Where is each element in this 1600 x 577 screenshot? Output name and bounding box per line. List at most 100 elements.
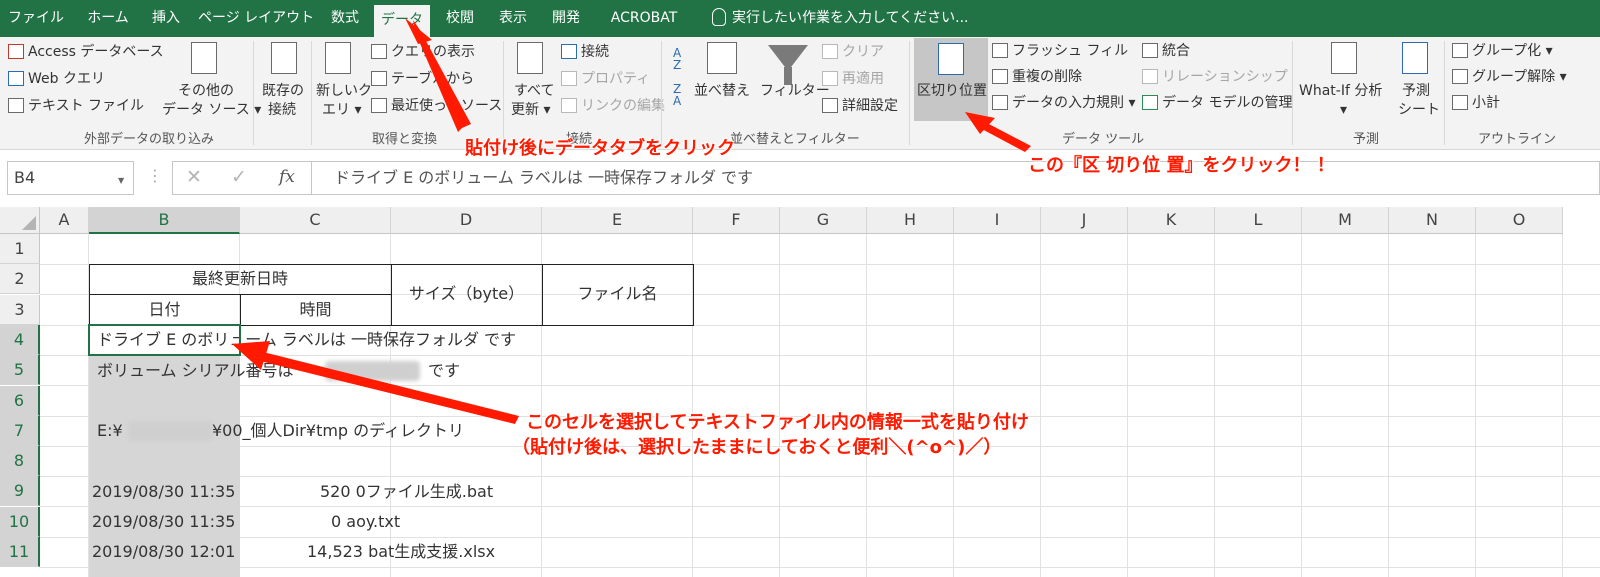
connections-button[interactable]: 接続 — [581, 43, 609, 61]
row-header-1[interactable]: 1 — [0, 234, 40, 264]
text-file-button[interactable]: テキスト ファイル — [28, 97, 144, 115]
cell-c10-size-name[interactable]: 0 aoy.txt — [331, 507, 400, 537]
cell-last-modified-header[interactable]: 最終更新日時 — [89, 264, 391, 294]
edit-links-button[interactable]: リンクの編集 — [581, 97, 665, 115]
data-validation-button[interactable]: データの入力規則 ▾ — [1012, 94, 1135, 112]
column-header-j[interactable]: J — [1041, 207, 1128, 234]
subtotal-button[interactable]: 小計 — [1472, 94, 1500, 112]
row-header-7[interactable]: 7 — [0, 415, 40, 446]
row-header-10[interactable]: 10 — [0, 506, 40, 537]
column-header-d[interactable]: D — [391, 207, 542, 234]
insert-function-icon[interactable]: fx — [279, 167, 295, 187]
recent-sources-icon — [371, 98, 387, 113]
column-header-o[interactable]: O — [1476, 207, 1563, 234]
tab-view[interactable]: 表示 — [490, 0, 536, 37]
refresh-all-label1[interactable]: すべて — [514, 82, 554, 100]
forecast-sheet-label2[interactable]: シート — [1398, 101, 1440, 119]
column-header-a[interactable]: A — [40, 207, 89, 234]
cell-b11-datetime[interactable]: 2019/08/30 12:01 — [92, 537, 235, 567]
clear-filter-icon — [822, 44, 838, 59]
cancel-icon[interactable]: ✕ — [186, 166, 202, 188]
tab-data[interactable]: データ — [374, 5, 430, 37]
cell-filename-header[interactable]: ファイル名 — [542, 279, 693, 309]
column-header-b[interactable]: B — [89, 207, 240, 234]
chevron-down-icon[interactable]: ▼ — [118, 176, 124, 185]
row-header-4[interactable]: 4 — [0, 324, 40, 355]
cell-b9-datetime[interactable]: 2019/08/30 11:35 — [92, 477, 235, 507]
cell-b5-serial-prefix[interactable]: ボリューム シリアル番号は — [97, 356, 293, 386]
new-query-label2[interactable]: エリ ▾ — [322, 101, 361, 119]
cell-date-header[interactable]: 日付 — [89, 295, 240, 325]
what-if-arrow[interactable]: ▾ — [1340, 101, 1347, 119]
cell-c11-size-name[interactable]: 14,523 bat生成支援.xlsx — [307, 537, 495, 567]
access-db-button[interactable]: Access データベース — [28, 43, 164, 61]
sort-az-icon[interactable]: AZ — [673, 47, 681, 71]
consolidate-button[interactable]: 統合 — [1162, 42, 1190, 60]
row-header-2[interactable]: 2 — [0, 264, 40, 295]
clear-filter-button[interactable]: クリア — [842, 43, 884, 61]
column-header-i[interactable]: I — [954, 207, 1041, 234]
advanced-filter-button[interactable]: 詳細設定 — [842, 97, 898, 115]
tab-file[interactable]: ファイル — [5, 0, 67, 37]
column-header-h[interactable]: H — [867, 207, 954, 234]
gridline-vertical — [953, 234, 954, 577]
relationships-button[interactable]: リレーションシップ — [1162, 68, 1288, 86]
formula-input[interactable]: ドライブ E のボリューム ラベルは 一時保存フォルダ です — [312, 161, 1600, 195]
cell-size-header[interactable]: サイズ（byte） — [391, 279, 542, 309]
tab-developer[interactable]: 開発 — [543, 0, 589, 37]
refresh-all-label2[interactable]: 更新 ▾ — [511, 101, 550, 119]
sort-za-icon[interactable]: ZA — [673, 83, 681, 107]
from-table-button[interactable]: テーブルから — [391, 70, 474, 88]
enter-icon[interactable]: ✓ — [231, 166, 247, 188]
what-if-button[interactable]: What-If 分析 — [1299, 82, 1382, 100]
cell-b7-dir-prefix[interactable]: E:¥ — [97, 416, 123, 446]
column-header-n[interactable]: N — [1389, 207, 1476, 234]
filter-button[interactable]: フィルター — [760, 82, 830, 100]
existing-conn-label2[interactable]: 接続 — [268, 101, 296, 119]
web-query-button[interactable]: Web クエリ — [28, 70, 105, 88]
show-query-button[interactable]: クエリの表示 — [391, 43, 475, 61]
row-header-5[interactable]: 5 — [0, 355, 40, 386]
select-all-button[interactable] — [0, 207, 40, 234]
tab-home[interactable]: ホーム — [80, 0, 136, 37]
cell-b10-datetime[interactable]: 2019/08/30 11:35 — [92, 507, 235, 537]
column-header-g[interactable]: G — [780, 207, 867, 234]
tab-acrobat[interactable]: ACROBAT — [600, 0, 688, 37]
row-header-9[interactable]: 9 — [0, 476, 40, 507]
table-icon — [371, 71, 387, 86]
row-header-6[interactable]: 6 — [0, 385, 40, 416]
forecast-sheet-label1[interactable]: 予測 — [1402, 82, 1430, 100]
reapply-button[interactable]: 再適用 — [842, 70, 884, 88]
row-header-3[interactable]: 3 — [0, 294, 40, 325]
column-header-f[interactable]: F — [693, 207, 780, 234]
new-query-label1[interactable]: 新しいク — [316, 82, 372, 100]
ungroup-button[interactable]: グループ解除 ▾ — [1472, 68, 1567, 86]
column-header-c[interactable]: C — [240, 207, 391, 234]
existing-conn-label1[interactable]: 既存の — [262, 82, 304, 100]
recent-sources-button[interactable]: 最近使ったソース — [391, 97, 502, 115]
other-sources-label2[interactable]: データ ソース ▾ — [162, 101, 261, 119]
column-header-k[interactable]: K — [1128, 207, 1215, 234]
tab-page-layout[interactable]: ページ レイアウト — [198, 0, 314, 37]
tab-review[interactable]: 校閲 — [437, 0, 483, 37]
sort-button[interactable]: 並べ替え — [694, 82, 750, 100]
properties-button[interactable]: プロパティ — [581, 70, 650, 88]
group-button[interactable]: グループ化 ▾ — [1472, 42, 1553, 60]
tab-formulas[interactable]: 数式 — [322, 0, 368, 37]
column-header-m[interactable]: M — [1302, 207, 1389, 234]
ungroup-icon — [1452, 69, 1468, 84]
name-box[interactable]: B4 — [7, 161, 134, 195]
row-header-8[interactable]: 8 — [0, 446, 40, 477]
cell-c9-size-name[interactable]: 520 0ファイル生成.bat — [320, 477, 493, 507]
flash-fill-button[interactable]: フラッシュ フィル — [1012, 42, 1128, 60]
tell-me-box[interactable]: 実行したい作業を入力してください... — [712, 0, 969, 37]
column-header-e[interactable]: E — [542, 207, 693, 234]
tab-insert[interactable]: 挿入 — [143, 0, 189, 37]
row-header-11[interactable]: 11 — [0, 537, 40, 567]
remove-duplicates-button[interactable]: 重複の削除 — [1012, 68, 1082, 86]
other-sources-label1[interactable]: その他の — [178, 82, 234, 100]
data-model-button[interactable]: データ モデルの管理 — [1162, 94, 1292, 112]
text-to-columns-button[interactable]: 区切り位置 — [917, 82, 987, 100]
column-header-l[interactable]: L — [1215, 207, 1302, 234]
cell-time-header[interactable]: 時間 — [240, 295, 391, 325]
